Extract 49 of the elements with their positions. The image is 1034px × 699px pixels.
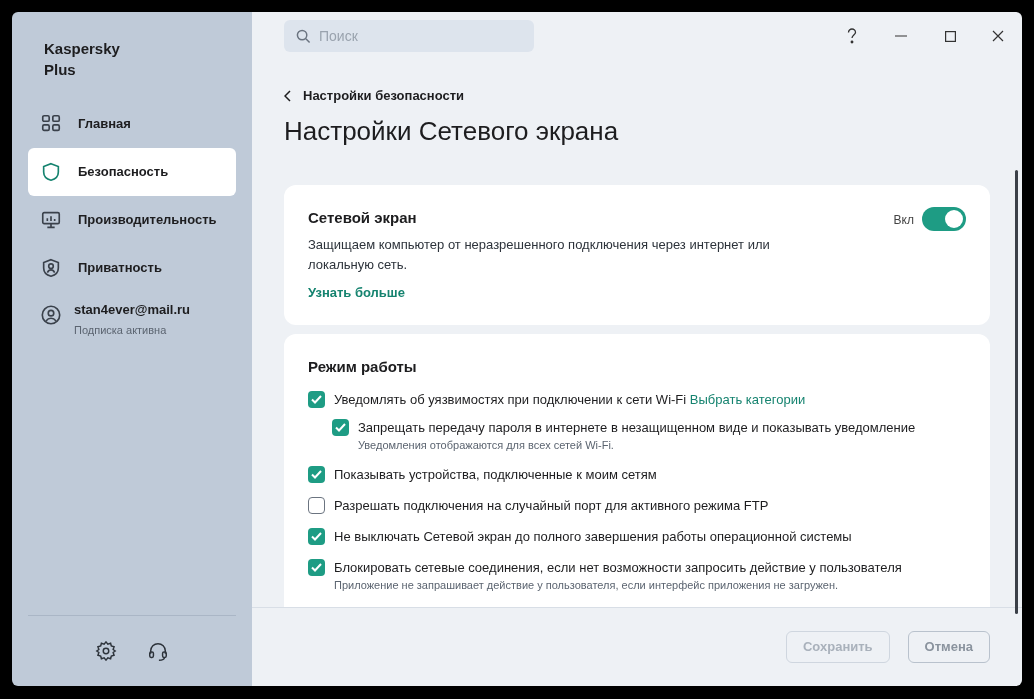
- sidebar-item[interactable]: Безопасность: [28, 148, 236, 196]
- option-label: Разрешать подключения на случайный порт для активного режима FTP: [334, 497, 769, 515]
- card-description: Защищаем компьютер от неразрешенного подключения через интернет или локальную сеть.: [308, 236, 771, 274]
- option-label: Не выключать Сетевой экран до полного завершения работы операционной системы: [334, 528, 852, 546]
- option-label: Показывать устройства, подключенные к моим сетям: [334, 466, 657, 484]
- back-icon: [284, 89, 291, 102]
- page-title: Настройки Сетевого экрана: [284, 114, 620, 148]
- checkbox[interactable]: [332, 419, 349, 436]
- scrollbar[interactable]: [1015, 170, 1018, 614]
- search-field[interactable]: Поиск: [284, 20, 534, 52]
- sidebar-item[interactable]: Приватность: [28, 244, 236, 292]
- sidebar-item[interactable]: Главная: [28, 100, 236, 148]
- settings-icon[interactable]: [95, 640, 117, 662]
- monitor-icon: [40, 209, 62, 231]
- check-icon: [311, 470, 322, 479]
- checkbox[interactable]: [308, 391, 325, 408]
- option-label: Блокировать сетевые соединения, если нет возможности запросить действие у пользователя: [334, 559, 902, 577]
- learn-more-link[interactable]: Узнать больше: [308, 283, 405, 303]
- help-icon[interactable]: [847, 28, 857, 44]
- option-label: Запрещать передачу пароля в интернете в незащищенном виде и показывать уведомление: [358, 419, 916, 437]
- card-title: Сетевой экран: [308, 207, 418, 228]
- search-icon: [296, 29, 311, 44]
- categories-link[interactable]: Выбрать категории: [689, 392, 806, 407]
- check-icon: [311, 563, 322, 572]
- user-icon[interactable]: [40, 304, 62, 326]
- shield-person-icon: [40, 257, 62, 279]
- toggle-switch[interactable]: [922, 206, 966, 231]
- check-icon: [335, 423, 346, 432]
- shield-icon: [40, 161, 62, 183]
- maximize-icon[interactable]: [945, 30, 956, 42]
- account-email[interactable]: stan4ever@mail.ru: [74, 300, 190, 320]
- option-note: Приложение не запрашивает действие у пользователя, если интерфейс приложения не загружен.: [334, 578, 840, 593]
- app-name: Plus: [44, 60, 77, 80]
- checkbox[interactable]: [308, 559, 325, 576]
- sidebar-item[interactable]: Производительность: [28, 196, 236, 244]
- option-note: Уведомления отображаются для всех сетей Wi-Fi.: [358, 438, 615, 453]
- toggle-label: Вкл: [893, 211, 914, 229]
- check-icon: [311, 532, 322, 541]
- headset-icon[interactable]: [147, 640, 169, 662]
- checkbox[interactable]: [308, 528, 325, 545]
- checkbox[interactable]: [308, 497, 325, 514]
- subscription-status: Подписка активна: [74, 322, 168, 338]
- close-icon[interactable]: [992, 30, 1004, 42]
- app-name: Kaspersky: [44, 39, 121, 59]
- checkbox[interactable]: [308, 466, 325, 483]
- back-link[interactable]: Настройки безопасности: [284, 86, 465, 106]
- option-label: Уведомлять об уязвимостях при подключении к сети Wi-Fi Выбрать категории: [334, 391, 806, 409]
- check-icon: [311, 395, 322, 404]
- card-title: Режим работы: [308, 356, 418, 377]
